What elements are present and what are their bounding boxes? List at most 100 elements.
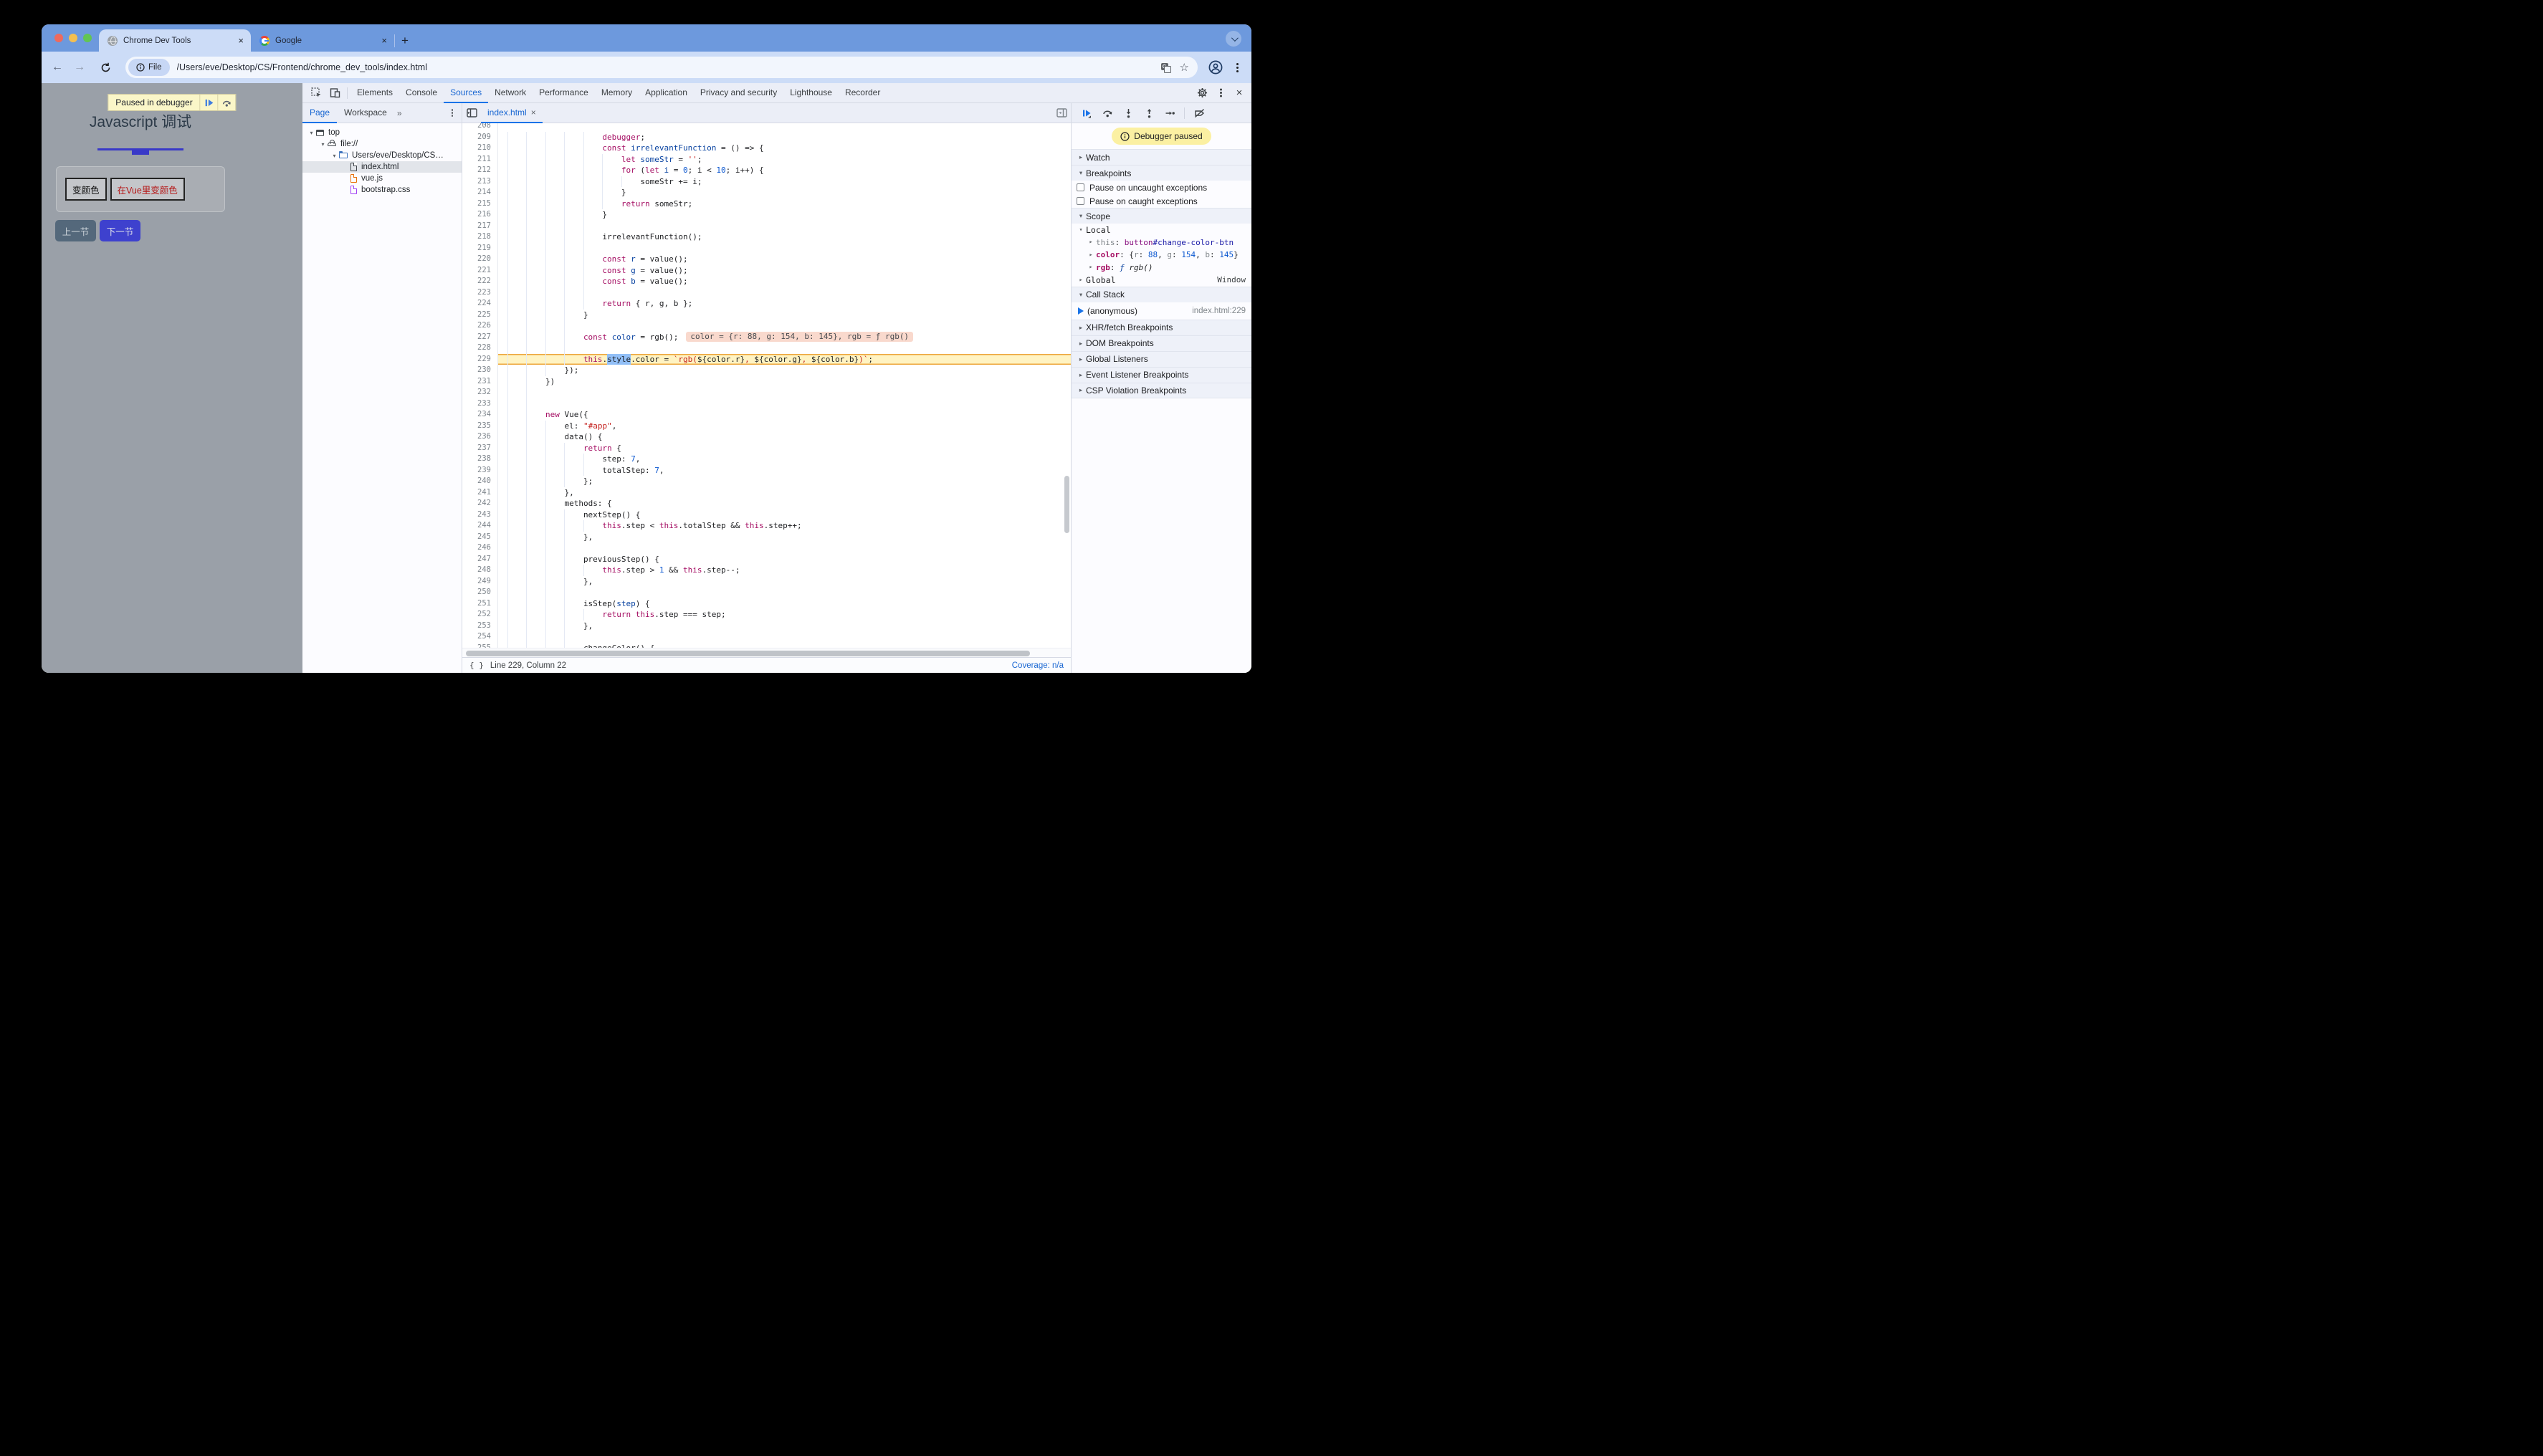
code-line-209[interactable]: 209 debugger; <box>462 131 1071 143</box>
scope-variable[interactable]: ▸ rgb: ƒ rgb() <box>1072 262 1251 274</box>
line-number-237[interactable]: 237 <box>462 442 498 454</box>
devtools-tab-sources[interactable]: Sources <box>444 83 489 103</box>
more-tabs-icon[interactable]: » <box>394 108 405 118</box>
line-number-248[interactable]: 248 <box>462 565 498 576</box>
devtools-tab-memory[interactable]: Memory <box>595 83 639 103</box>
code-line-235[interactable]: 235 el: "#app", <box>462 420 1071 431</box>
editor-tab-index-html[interactable]: index.html × <box>481 103 543 123</box>
line-number-224[interactable]: 224 <box>462 298 498 310</box>
line-number-246[interactable]: 246 <box>462 542 498 554</box>
line-number-213[interactable]: 213 <box>462 176 498 187</box>
back-button[interactable]: ← <box>52 61 63 74</box>
line-number-243[interactable]: 243 <box>462 509 498 520</box>
code-line-252[interactable]: 252 return this .step === step; <box>462 609 1071 621</box>
code-line-219[interactable]: 219 <box>462 242 1071 254</box>
code-line-217[interactable]: 217 <box>462 220 1071 231</box>
code-line-253[interactable]: 253}, <box>462 620 1071 631</box>
code-line-210[interactable]: 210 const irrelevantFunction = () => { <box>462 143 1071 154</box>
change-color-in-vue-button[interactable]: 在Vue里变颜色 <box>110 178 185 201</box>
line-number-217[interactable]: 217 <box>462 220 498 231</box>
code-line-218[interactable]: 218 irrelevantFunction(); <box>462 231 1071 243</box>
close-editor-tab-icon[interactable]: × <box>531 107 536 118</box>
line-number-222[interactable]: 222 <box>462 276 498 287</box>
line-number-251[interactable]: 251 <box>462 598 498 609</box>
tab-close-icon[interactable]: × <box>238 35 244 46</box>
line-number-244[interactable]: 244 <box>462 520 498 532</box>
line-number-253[interactable]: 253 <box>462 620 498 631</box>
line-number-228[interactable]: 228 <box>462 343 498 354</box>
devtools-tab-application[interactable]: Application <box>639 83 694 103</box>
device-toolbar-icon[interactable] <box>325 84 344 102</box>
browser-menu-icon[interactable] <box>1236 66 1239 69</box>
code-line-215[interactable]: 215 return someStr; <box>462 198 1071 209</box>
code-line-232[interactable]: 232 <box>462 387 1071 398</box>
previous-section-button[interactable]: 上一节 <box>55 220 96 241</box>
code-line-239[interactable]: 239 totalStep: 7, <box>462 464 1071 476</box>
checkbox-icon[interactable] <box>1077 183 1084 191</box>
code-line-211[interactable]: 211 let someStr = ''; <box>462 153 1071 165</box>
code-editor[interactable]: 208 209 debugger; 210 const irrelevantFuncti… <box>462 123 1071 657</box>
line-number-211[interactable]: 211 <box>462 153 498 165</box>
line-number-214[interactable]: 214 <box>462 187 498 198</box>
scope-group-local[interactable]: ▾ Local <box>1072 224 1251 236</box>
step-over-next-call-button[interactable] <box>1098 104 1117 123</box>
tree-item-index-html[interactable]: index.html <box>302 161 462 173</box>
devtools-tab-privacy-and-security[interactable]: Privacy and security <box>694 83 783 103</box>
line-number-223[interactable]: 223 <box>462 287 498 298</box>
call-stack-frame[interactable]: (anonymous) index.html:229 <box>1072 302 1251 320</box>
chevron-right-icon[interactable]: ▸ <box>1086 264 1096 271</box>
close-devtools-icon[interactable]: × <box>1230 84 1249 102</box>
code-line-234[interactable]: 234 new Vue({ <box>462 409 1071 421</box>
address-bar[interactable]: File /Users/eve/Desktop/CS/Frontend/chro… <box>125 57 1198 78</box>
resume-script-button[interactable] <box>199 95 218 110</box>
navigator-more-options-icon[interactable] <box>443 104 462 123</box>
line-number-249[interactable]: 249 <box>462 575 498 587</box>
option-pause-on-uncaught-exceptions[interactable]: Pause on uncaught exceptions <box>1072 181 1251 194</box>
code-line-222[interactable]: 222 const b = value(); <box>462 276 1071 287</box>
line-number-229[interactable]: 229 <box>462 353 498 365</box>
pretty-print-icon[interactable]: { } <box>469 661 484 670</box>
line-number-231[interactable]: 231 <box>462 375 498 387</box>
zoom-window-button[interactable] <box>83 34 92 42</box>
code-line-248[interactable]: 248 this .step > 1 && this .step--; <box>462 565 1071 576</box>
sidebar-section-call-stack[interactable]: ▾ Call Stack <box>1072 286 1251 302</box>
code-line-243[interactable]: 243 nextStep() { <box>462 509 1071 520</box>
inspect-element-icon[interactable] <box>307 84 325 102</box>
reload-button[interactable] <box>96 58 115 77</box>
code-line-230[interactable]: 230}); <box>462 365 1071 376</box>
expand-arrow-icon[interactable]: ▾ <box>318 141 328 148</box>
devtools-tab-console[interactable]: Console <box>399 83 444 103</box>
sidebar-section-dom-breakpoints[interactable]: ▸ DOM Breakpoints <box>1072 335 1251 351</box>
tab-workspace[interactable]: Workspace <box>337 103 394 123</box>
sidebar-section-global-listeners[interactable]: ▸ Global Listeners <box>1072 350 1251 367</box>
scope-group-global[interactable]: ▸ Global Window <box>1072 274 1251 287</box>
code-line-212[interactable]: 212 for (let i = 0; i < 10; i++) { <box>462 165 1071 176</box>
url-text[interactable]: /Users/eve/Desktop/CS/Frontend/chrome_de… <box>177 62 1154 72</box>
code-line-214[interactable]: 214} <box>462 187 1071 198</box>
sidebar-section-xhr-fetch-breakpoints[interactable]: ▸ XHR/fetch Breakpoints <box>1072 319 1251 335</box>
line-number-218[interactable]: 218 <box>462 231 498 243</box>
code-line-208[interactable]: 208 <box>462 123 1071 132</box>
step-out-of-current-function-button[interactable] <box>1140 104 1158 123</box>
chevron-right-icon[interactable]: ▸ <box>1086 252 1096 259</box>
code-line-249[interactable]: 249}, <box>462 575 1071 587</box>
code-line-229[interactable]: 229 this. style .color = `rgb(${color.r}, $… <box>462 353 1071 365</box>
line-number-238[interactable]: 238 <box>462 454 498 465</box>
line-number-250[interactable]: 250 <box>462 587 498 598</box>
translate-icon[interactable] <box>1160 62 1171 73</box>
hide-navigator-icon[interactable] <box>462 104 481 123</box>
line-number-227[interactable]: 227 <box>462 331 498 343</box>
tree-item-top[interactable]: ▾ top <box>302 127 462 138</box>
code-line-241[interactable]: 241}, <box>462 487 1071 498</box>
line-number-210[interactable]: 210 <box>462 143 498 154</box>
line-number-232[interactable]: 232 <box>462 387 498 398</box>
step-button[interactable] <box>1160 104 1179 123</box>
code-line-213[interactable]: 213 someStr += i; <box>462 176 1071 187</box>
line-number-209[interactable]: 209 <box>462 131 498 143</box>
devtools-tab-elements[interactable]: Elements <box>350 83 399 103</box>
bookmark-star-icon[interactable]: ☆ <box>1180 62 1189 73</box>
scope-variable[interactable]: ▸ color: {r: 88, g: 154, b: 145} <box>1072 249 1251 262</box>
step-into-next-call-button[interactable] <box>1119 104 1137 123</box>
forward-button[interactable]: → <box>74 61 85 74</box>
deactivate-breakpoints-button[interactable] <box>1190 104 1208 123</box>
